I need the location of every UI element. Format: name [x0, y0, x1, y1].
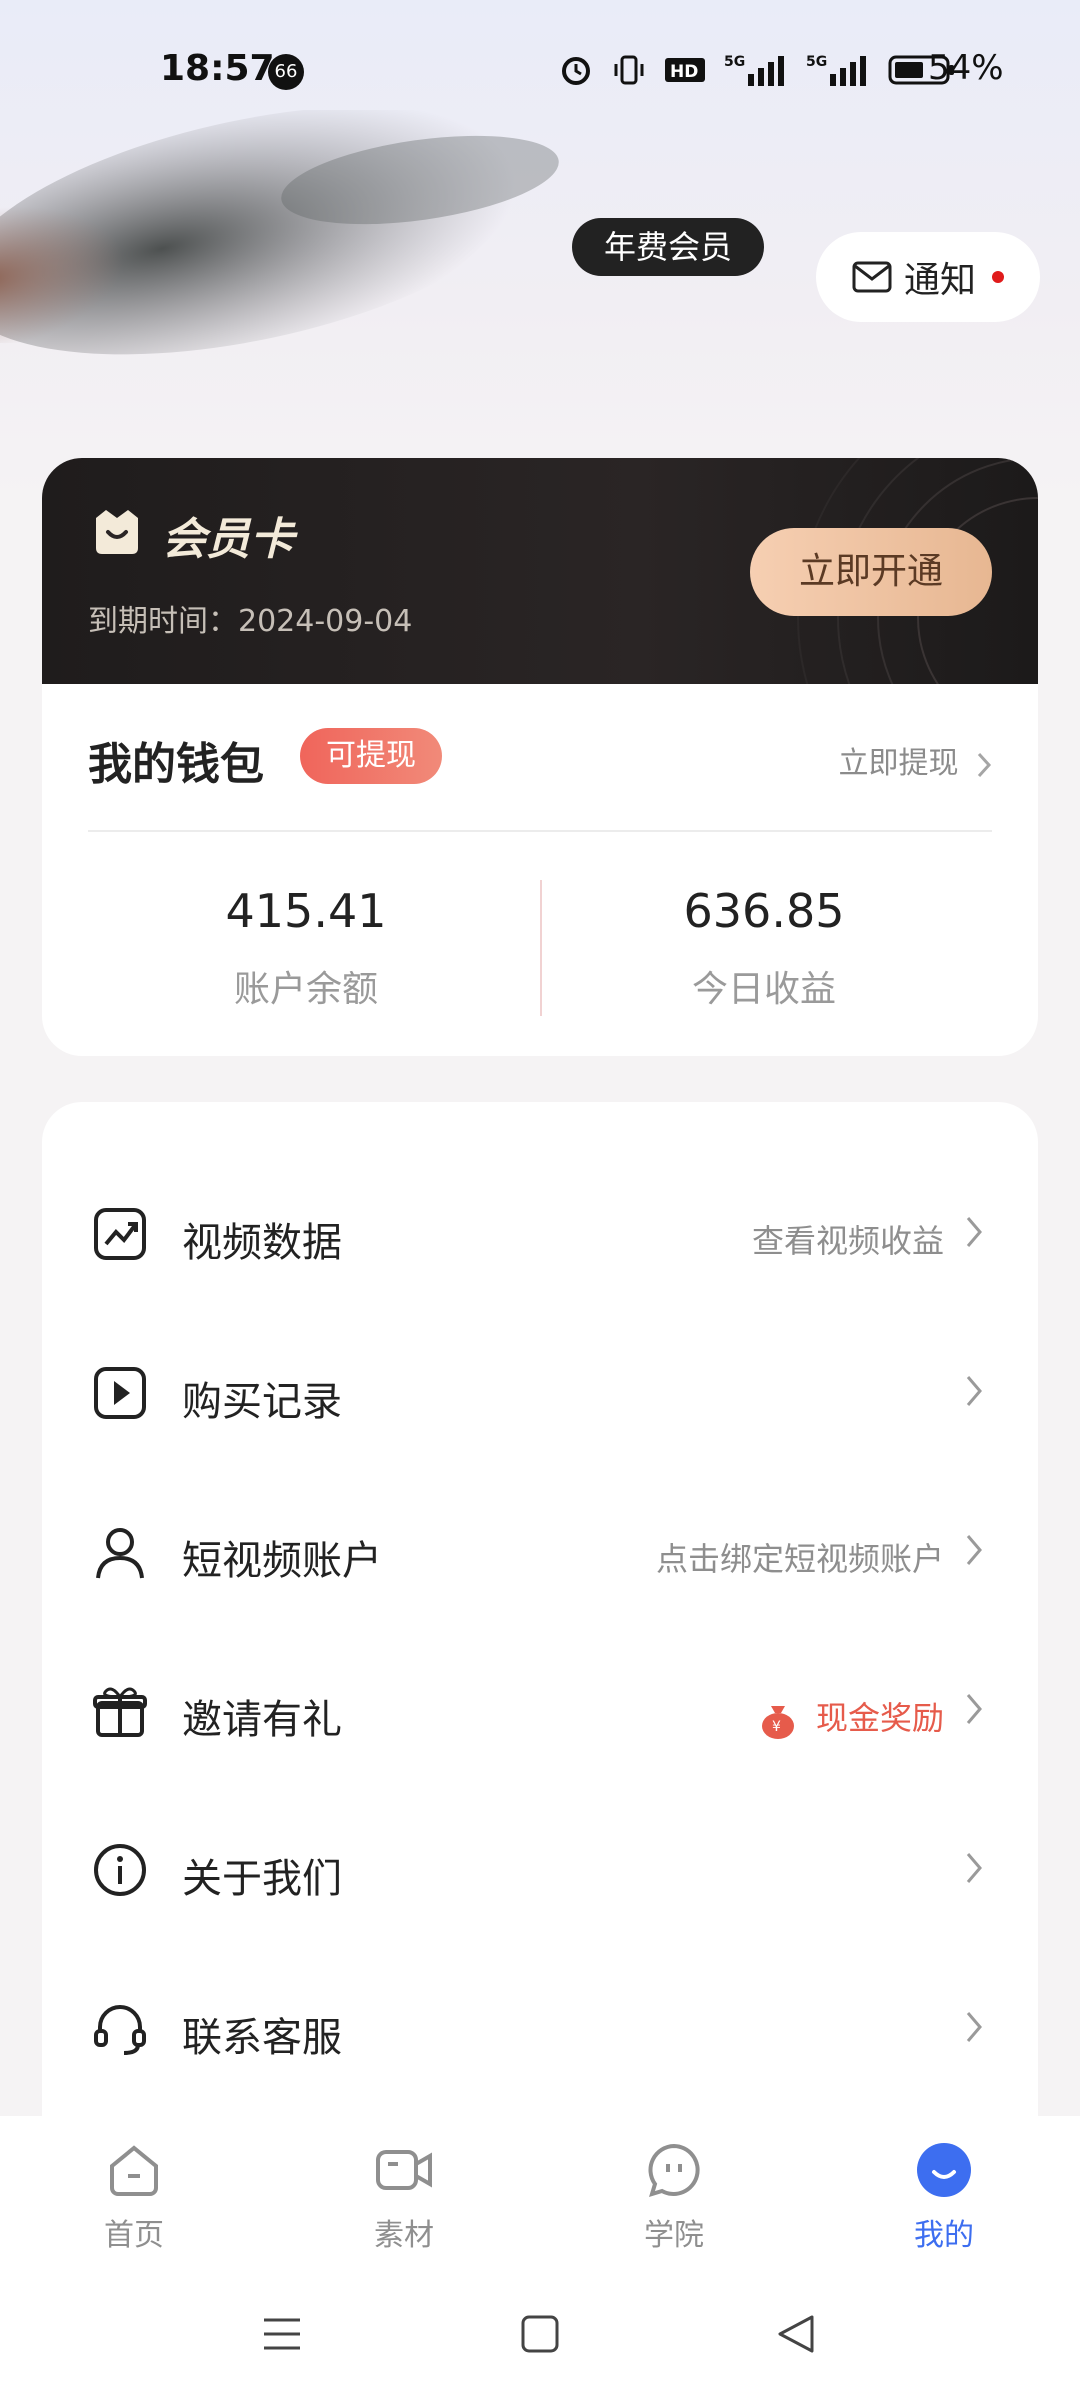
money-bag-icon: ¥ — [761, 1706, 794, 1739]
status-bar: 18:57 66 HD 5G 5G 54% — [0, 0, 1080, 140]
tab-home[interactable]: 首页 — [34, 2140, 234, 2254]
tab-academy[interactable]: 学院 — [574, 2140, 774, 2254]
settings-menu: 视频数据 查看视频收益 购买记录 短视频账户 点击绑定短视频账户 邀请有礼 ¥ 现… — [42, 1102, 1038, 2202]
menu-sub-label: 点击绑定短视频账户 — [655, 1540, 944, 1578]
today-earnings-label: 今日收益 — [691, 969, 836, 1010]
chevron-right-icon — [966, 1853, 982, 1883]
hd-icon: HD — [665, 58, 705, 82]
chevron-right-icon — [977, 752, 992, 777]
mail-icon — [852, 261, 892, 293]
tab-label: 首页 — [104, 2218, 164, 2253]
wallet-column-divider — [540, 880, 542, 1016]
tab-materials[interactable]: 素材 — [304, 2140, 504, 2254]
5g-signal-icon: 5G — [724, 54, 784, 86]
menu-item-about-us[interactable]: 关于我们 — [42, 1818, 1038, 1918]
svg-text:HD: HD — [670, 62, 698, 82]
member-card-title: 会员卡 — [162, 514, 294, 565]
battery-percent: 54% — [928, 48, 1004, 88]
bottom-tab-bar: 首页 素材 学院 我的 — [0, 2116, 1080, 2266]
chevron-right-icon — [966, 2012, 982, 2042]
notification-button[interactable]: 通知 — [816, 232, 1040, 322]
video-camera-icon — [376, 2150, 432, 2190]
chevron-right-icon — [966, 1376, 982, 1406]
crown-bag-icon — [96, 510, 138, 554]
menu-label: 关于我们 — [182, 1856, 342, 1902]
menu-item-purchase-history[interactable]: 购买记录 — [42, 1341, 1038, 1441]
menu-icon[interactable] — [252, 2312, 312, 2356]
play-icon — [94, 1367, 146, 1419]
tab-label: 我的 — [914, 2218, 974, 2253]
notification-label: 通知 — [903, 260, 976, 301]
menu-label: 视频数据 — [182, 1220, 342, 1266]
5g-signal-icon-2: 5G — [806, 54, 866, 86]
chart-icon — [94, 1208, 146, 1260]
menu-sub-label: 查看视频收益 — [751, 1222, 944, 1260]
home-icon — [110, 2145, 158, 2196]
back-triangle-icon[interactable] — [768, 2312, 828, 2356]
account-balance[interactable]: 415.41 账户余额 — [156, 884, 456, 1012]
open-membership-button[interactable]: 立即开通 — [750, 528, 992, 616]
tab-label: 素材 — [374, 2218, 434, 2253]
today-earnings[interactable]: 636.85 今日收益 — [614, 884, 914, 1012]
system-navigation-bar — [0, 2266, 1080, 2400]
menu-item-customer-service[interactable]: 联系客服 — [42, 1977, 1038, 2077]
chevron-right-icon — [966, 1217, 982, 1247]
menu-item-invite-reward[interactable]: 邀请有礼 ¥ 现金奖励 — [42, 1659, 1038, 1759]
info-icon — [94, 1844, 146, 1896]
menu-label: 短视频账户 — [182, 1538, 382, 1584]
profile-icon — [917, 2143, 971, 2197]
chat-icon — [648, 2143, 700, 2197]
withdraw-now-link[interactable]: 立即提现 — [838, 738, 992, 782]
status-time: 18:57 — [160, 48, 275, 89]
member-expiry-date: 到期时间：2024-09-04 — [88, 604, 413, 639]
tab-mine[interactable]: 我的 — [844, 2140, 1044, 2254]
wallet-title: 我的钱包 — [88, 739, 264, 790]
withdraw-now-label: 立即提现 — [838, 746, 959, 781]
user-icon — [96, 1528, 144, 1579]
menu-item-short-video-account[interactable]: 短视频账户 点击绑定短视频账户 — [42, 1500, 1038, 1600]
wallet-card: 我的钱包 可提现 立即提现 415.41 账户余额 636.85 今日收益 — [42, 684, 1038, 1056]
menu-label: 购买记录 — [182, 1379, 342, 1425]
gift-icon — [93, 1687, 147, 1737]
chevron-right-icon — [966, 1535, 982, 1565]
alarm-icon — [562, 57, 590, 85]
home-square-icon[interactable] — [510, 2312, 570, 2356]
menu-label: 邀请有礼 — [182, 1697, 342, 1743]
menu-sub-label: ¥ 现金奖励 — [758, 1693, 944, 1740]
chevron-right-icon — [966, 1694, 982, 1724]
member-card[interactable]: 会员卡 到期时间：2024-09-04 立即开通 — [42, 458, 1038, 684]
vibrate-icon — [614, 55, 644, 85]
tab-label: 学院 — [644, 2218, 704, 2253]
account-balance-value: 415.41 — [225, 884, 387, 938]
headset-icon — [94, 2005, 146, 2055]
svg-text:¥: ¥ — [772, 1719, 781, 1735]
svg-text:5G: 5G — [724, 54, 745, 70]
account-balance-label: 账户余额 — [233, 969, 378, 1010]
svg-text:5G: 5G — [806, 54, 827, 70]
wallet-divider — [88, 830, 992, 832]
annual-member-badge[interactable]: 年费会员 — [572, 218, 764, 276]
today-earnings-value: 636.85 — [683, 884, 845, 938]
menu-item-video-data[interactable]: 视频数据 查看视频收益 — [42, 1182, 1038, 1282]
menu-label: 联系客服 — [182, 2015, 342, 2061]
cash-reward-label: 现金奖励 — [815, 1699, 944, 1737]
withdrawable-tag: 可提现 — [300, 728, 442, 784]
notification-count-badge: 66 — [268, 54, 304, 90]
brush-stroke-art — [0, 110, 559, 355]
status-icons: HD 5G 5G — [558, 50, 956, 90]
unread-dot — [992, 271, 1004, 283]
